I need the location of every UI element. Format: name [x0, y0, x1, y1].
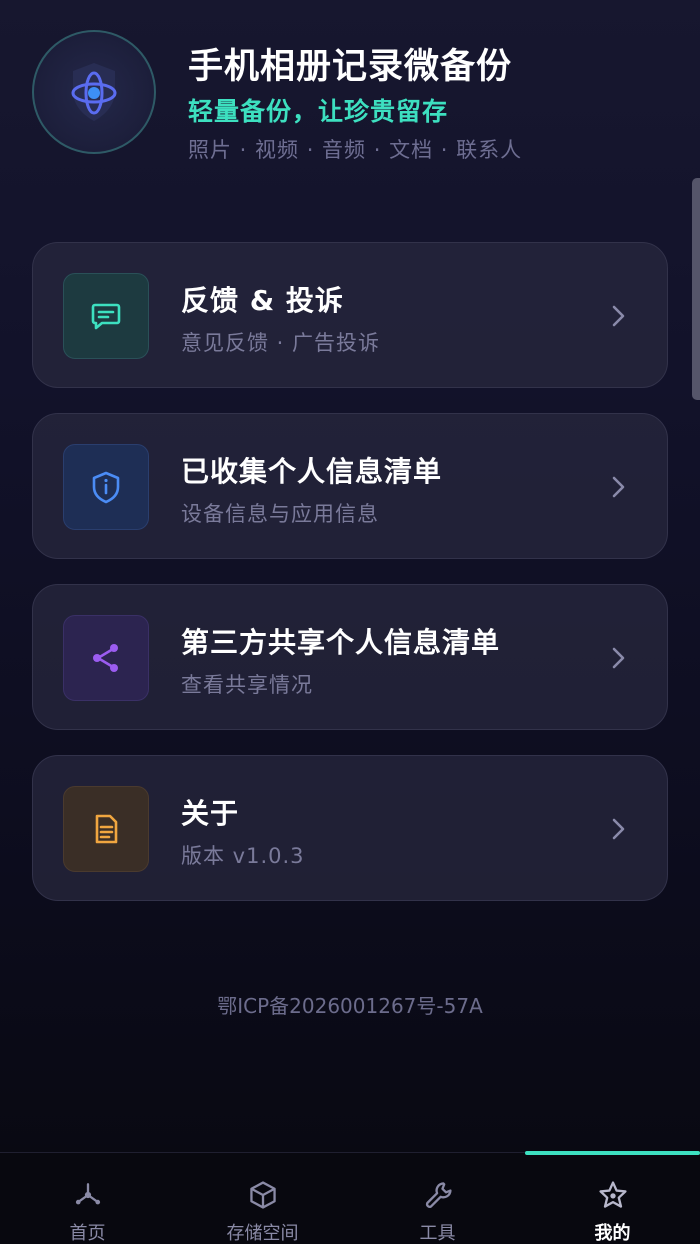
wrench-icon: [425, 1182, 452, 1208]
menu-item-subtitle: 设备信息与应用信息: [181, 502, 379, 526]
app-slogan: 轻量备份，让珍贵留存: [188, 97, 449, 126]
menu-item-collected-info[interactable]: 已收集个人信息清单 设备信息与应用信息: [32, 413, 668, 559]
chevron-right-icon: [612, 305, 625, 327]
about-icon-tile: [63, 786, 149, 872]
nav-tab-home[interactable]: 首页: [0, 1153, 175, 1244]
chevron-right-icon: [612, 647, 625, 669]
menu-item-title: 关于: [181, 797, 240, 830]
menu-item-third-party-sharing[interactable]: 第三方共享个人信息清单 查看共享情况: [32, 584, 668, 730]
share-icon-tile: [63, 615, 149, 701]
nav-tab-label: 存储空间: [226, 1223, 299, 1244]
scrollbar-thumb[interactable]: [692, 178, 700, 400]
feedback-icon-tile: [63, 273, 149, 359]
icp-record-link[interactable]: 鄂ICP备2026001267号-57A: [0, 990, 700, 1019]
bottom-nav: 首页 存储空间 工具 我的: [0, 1151, 700, 1244]
nav-tab-tools[interactable]: 工具: [350, 1153, 525, 1244]
message-icon: [91, 303, 121, 330]
hub-icon: [75, 1183, 100, 1205]
menu-item-subtitle: 意见反馈 · 广告投诉: [181, 331, 381, 355]
app-title: 手机相册记录微备份: [188, 47, 513, 87]
menu-item-subtitle: 查看共享情况: [181, 673, 313, 697]
nav-tab-label: 首页: [69, 1223, 106, 1244]
menu-item-subtitle: 版本 v1.0.3: [181, 844, 305, 868]
star-icon: [598, 1181, 627, 1208]
app-logo: [32, 30, 156, 154]
nav-tab-label: 工具: [419, 1223, 456, 1244]
menu-item-about[interactable]: 关于 版本 v1.0.3: [32, 755, 668, 901]
menu-item-title: 反馈 & 投诉: [181, 284, 344, 317]
menu-item-feedback[interactable]: 反馈 & 投诉 意见反馈 · 广告投诉: [32, 242, 668, 388]
document-icon: [95, 814, 118, 844]
share-icon: [93, 644, 118, 672]
menu-item-title: 第三方共享个人信息清单: [181, 626, 501, 659]
orbit-planet-icon: [71, 63, 117, 121]
nav-tab-mine[interactable]: 我的: [525, 1153, 700, 1244]
cube-icon: [249, 1181, 276, 1209]
chevron-right-icon: [612, 476, 625, 498]
backup-types: 照片 · 视频 · 音频 · 文档 · 联系人: [188, 138, 523, 162]
shield-info-icon: [92, 471, 120, 504]
nav-tab-label: 我的: [594, 1223, 631, 1244]
nav-tab-storage[interactable]: 存储空间: [175, 1153, 350, 1244]
app-header: 手机相册记录微备份 轻量备份，让珍贵留存 照片 · 视频 · 音频 · 文档 ·…: [32, 30, 670, 162]
menu-item-title: 已收集个人信息清单: [181, 455, 443, 488]
chevron-right-icon: [612, 818, 625, 840]
collected-info-icon-tile: [63, 444, 149, 530]
